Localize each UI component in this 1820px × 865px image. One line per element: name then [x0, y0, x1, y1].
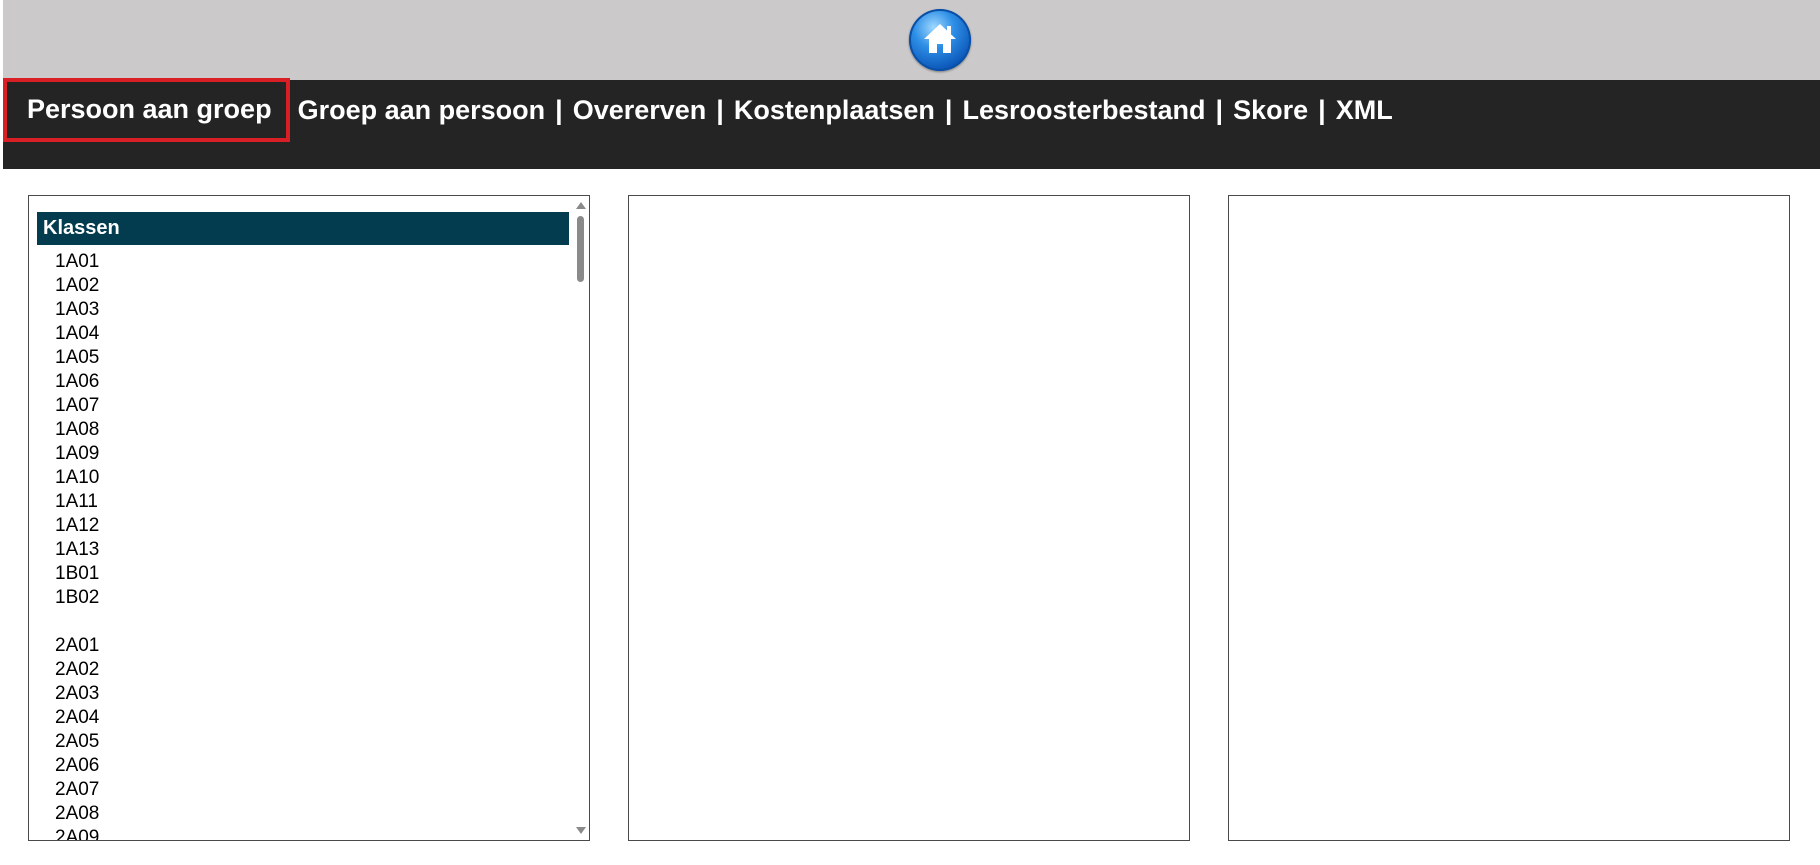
- class-item[interactable]: 2A01: [55, 634, 555, 658]
- class-item[interactable]: 2A07: [55, 778, 555, 802]
- class-list-panel: Klassen 1A01 1A02 1A03 1A04 1A05 1A06 1A07 1A08…: [28, 195, 590, 841]
- nav-link-lesroosterbestand[interactable]: Lesroosterbestand: [962, 95, 1205, 126]
- class-item[interactable]: 1A01: [55, 250, 555, 274]
- class-item[interactable]: 2A06: [55, 754, 555, 778]
- class-item[interactable]: 1A07: [55, 394, 555, 418]
- class-item[interactable]: 2A05: [55, 730, 555, 754]
- class-item[interactable]: 1A05: [55, 346, 555, 370]
- right-panel: [1228, 195, 1790, 841]
- class-item[interactable]: 1A03: [55, 298, 555, 322]
- class-item[interactable]: 1A12: [55, 514, 555, 538]
- nav-separator: |: [716, 94, 724, 125]
- nav-link-groep-aan-persoon[interactable]: Groep aan persoon: [298, 95, 546, 126]
- class-item[interactable]: 2A04: [55, 706, 555, 730]
- class-item[interactable]: 1A04: [55, 322, 555, 346]
- nav-separator: |: [1318, 94, 1326, 125]
- scroll-up-icon[interactable]: [576, 202, 586, 209]
- top-bar: [3, 0, 1820, 80]
- class-item[interactable]: 2A09: [55, 826, 555, 840]
- nav-separator: |: [944, 94, 953, 125]
- class-item[interactable]: 2A02: [55, 658, 555, 682]
- scrollbar[interactable]: [572, 196, 589, 840]
- middle-panel: [628, 195, 1190, 841]
- class-item[interactable]: 2A03: [55, 682, 555, 706]
- class-item[interactable]: 1A11: [55, 490, 555, 514]
- scroll-down-icon[interactable]: [576, 827, 586, 834]
- class-item[interactable]: 2A08: [55, 802, 555, 826]
- nav-link-persoon-aan-groep[interactable]: Persoon aan groep: [3, 78, 290, 142]
- list-header: Klassen: [37, 212, 569, 245]
- nav-links: Persoon aan groep Groep aan persoon | Ov…: [3, 78, 1393, 142]
- class-item[interactable]: 1A09: [55, 442, 555, 466]
- nav-link-overerven[interactable]: Overerven: [573, 95, 707, 126]
- home-icon: [924, 24, 956, 53]
- class-list[interactable]: 1A01 1A02 1A03 1A04 1A05 1A06 1A07 1A08 1A09 1A10…: [55, 250, 555, 840]
- nav-bar: Persoon aan groep Groep aan persoon | Ov…: [3, 78, 1820, 169]
- class-item[interactable]: 1B01: [55, 562, 555, 586]
- class-item[interactable]: 1A10: [55, 466, 555, 490]
- list-spacer: [55, 610, 555, 634]
- class-item[interactable]: 1A06: [55, 370, 555, 394]
- class-item[interactable]: 1A02: [55, 274, 555, 298]
- home-button[interactable]: [909, 9, 971, 71]
- class-item[interactable]: 1A08: [55, 418, 555, 442]
- class-item[interactable]: 1B02: [55, 586, 555, 610]
- nav-link-skore[interactable]: Skore: [1233, 95, 1308, 126]
- nav-link-xml[interactable]: XML: [1336, 95, 1393, 126]
- class-item[interactable]: 1A13: [55, 538, 555, 562]
- nav-separator: |: [1215, 94, 1224, 125]
- nav-separator: |: [555, 94, 563, 125]
- scroll-thumb[interactable]: [577, 216, 584, 282]
- nav-link-kostenplaatsen[interactable]: Kostenplaatsen: [734, 95, 935, 126]
